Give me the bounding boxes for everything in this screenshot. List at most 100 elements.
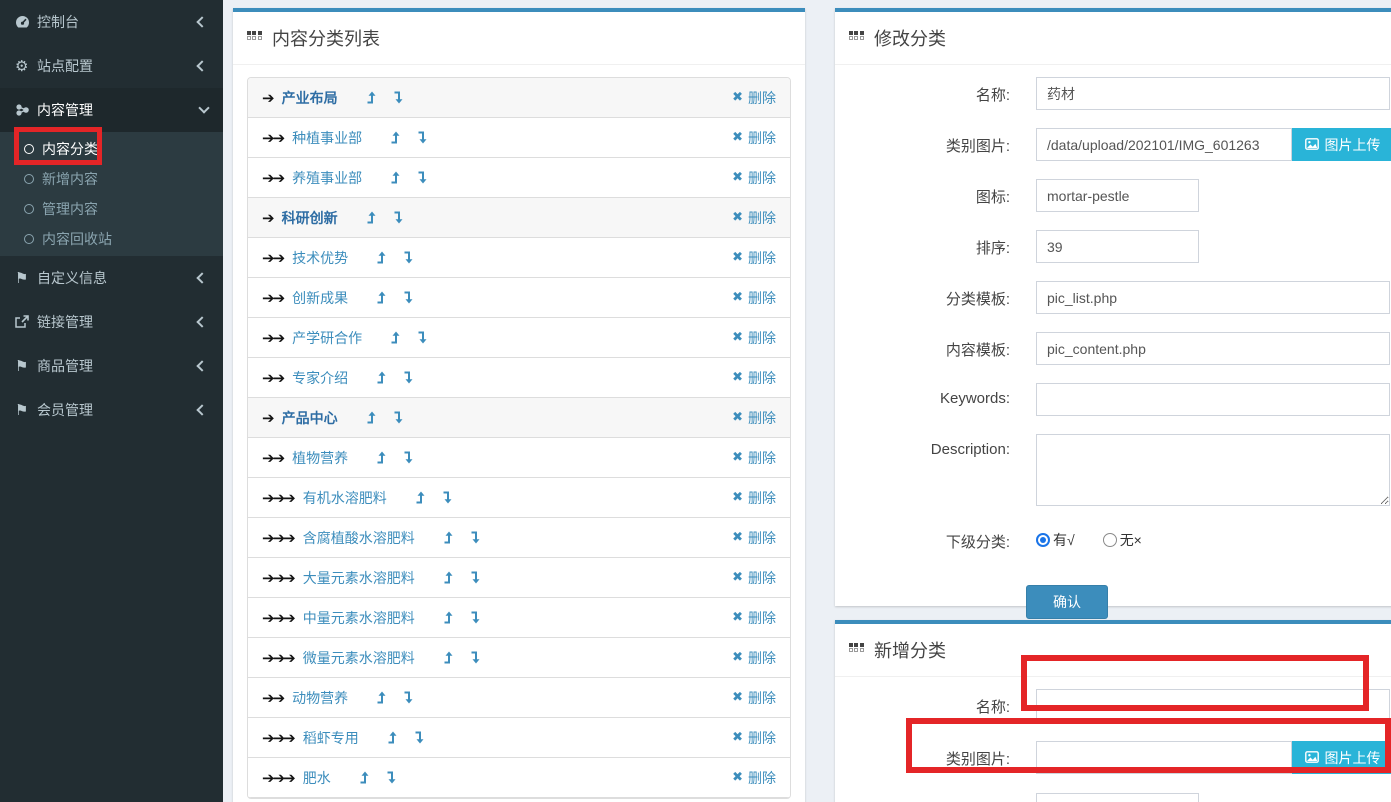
delete-link[interactable]: ✖删除 — [732, 328, 776, 348]
move-up-icon[interactable] — [415, 491, 427, 504]
sidebar-subitem[interactable]: 新增内容 — [0, 164, 223, 194]
category-name-link[interactable]: 肥水 — [303, 768, 331, 788]
delete-link[interactable]: ✖删除 — [732, 168, 776, 188]
category-name-link[interactable]: 中量元素水溶肥料 — [303, 608, 415, 628]
category-name-link[interactable]: 产学研合作 — [292, 328, 362, 348]
delete-link[interactable]: ✖删除 — [732, 648, 776, 668]
category-list: ➔产业布局✖删除➔➔种植事业部✖删除➔➔养殖事业部✖删除➔科研创新✖删除➔➔技术… — [247, 77, 791, 799]
delete-link[interactable]: ✖删除 — [732, 208, 776, 228]
category-name-link[interactable]: 含腐植酸水溶肥料 — [303, 528, 415, 548]
move-down-icon[interactable] — [470, 651, 482, 664]
edit-category-image-input[interactable] — [1036, 128, 1292, 161]
move-up-icon[interactable] — [376, 291, 388, 304]
move-up-icon[interactable] — [443, 531, 455, 544]
delete-link[interactable]: ✖删除 — [732, 368, 776, 388]
delete-link[interactable]: ✖删除 — [732, 608, 776, 628]
delete-link[interactable]: ✖删除 — [732, 448, 776, 468]
move-up-icon[interactable] — [443, 651, 455, 664]
category-name-link[interactable]: 有机水溶肥料 — [303, 488, 387, 508]
delete-link[interactable]: ✖删除 — [732, 88, 776, 108]
image-upload-button[interactable]: 图片上传 — [1292, 128, 1391, 161]
category-name-link[interactable]: 专家介绍 — [292, 368, 348, 388]
move-down-icon[interactable] — [403, 451, 415, 464]
edit-sort-input[interactable] — [1036, 230, 1199, 263]
sidebar-item-2[interactable]: ⚙站点配置 — [0, 44, 223, 88]
move-down-icon[interactable] — [470, 571, 482, 584]
confirm-button[interactable]: 确认 — [1026, 585, 1108, 619]
edit-name-input[interactable] — [1036, 77, 1390, 110]
delete-link[interactable]: ✖删除 — [732, 768, 776, 788]
delete-link[interactable]: ✖删除 — [732, 408, 776, 428]
move-down-icon[interactable] — [417, 331, 429, 344]
category-name-link[interactable]: 微量元素水溶肥料 — [303, 648, 415, 668]
add-category-image-input[interactable] — [1036, 741, 1292, 774]
sidebar-item-5[interactable]: 链接管理 — [0, 300, 223, 344]
move-down-icon[interactable] — [470, 531, 482, 544]
move-down-icon[interactable] — [403, 371, 415, 384]
delete-link[interactable]: ✖删除 — [732, 248, 776, 268]
category-name-link[interactable]: 稻虾专用 — [303, 728, 359, 748]
edit-keywords-input[interactable] — [1036, 383, 1390, 416]
category-name-link[interactable]: 植物营养 — [292, 448, 348, 468]
edit-description-textarea[interactable] — [1036, 434, 1390, 506]
move-down-icon[interactable] — [417, 171, 429, 184]
category-name-link[interactable]: 科研创新 — [282, 208, 338, 228]
add-name-input[interactable] — [1036, 689, 1390, 722]
move-up-icon[interactable] — [359, 771, 371, 784]
move-up-icon[interactable] — [390, 171, 402, 184]
move-down-icon[interactable] — [417, 131, 429, 144]
category-name-link[interactable]: 产品中心 — [282, 408, 338, 428]
sidebar-item-3[interactable]: 内容管理 — [0, 88, 223, 132]
sidebar-item-6[interactable]: ⚑商品管理 — [0, 344, 223, 388]
delete-link[interactable]: ✖删除 — [732, 128, 776, 148]
move-down-icon[interactable] — [403, 291, 415, 304]
radio-option[interactable]: 有√ — [1036, 530, 1075, 550]
move-up-icon[interactable] — [366, 91, 378, 104]
move-down-icon[interactable] — [414, 731, 426, 744]
delete-link[interactable]: ✖删除 — [732, 688, 776, 708]
sidebar-subitem[interactable]: 内容分类 — [0, 134, 223, 164]
sidebar-subitem[interactable]: 内容回收站 — [0, 224, 223, 254]
category-name-link[interactable]: 产业布局 — [282, 88, 338, 108]
category-name-link[interactable]: 创新成果 — [292, 288, 348, 308]
radio-option[interactable]: 无× — [1103, 530, 1142, 550]
edit-list-template-input[interactable] — [1036, 281, 1390, 314]
category-name-link[interactable]: 动物营养 — [292, 688, 348, 708]
delete-link[interactable]: ✖删除 — [732, 568, 776, 588]
delete-link[interactable]: ✖删除 — [732, 488, 776, 508]
add-icon-input[interactable] — [1036, 793, 1199, 802]
move-down-icon[interactable] — [393, 411, 405, 424]
move-down-icon[interactable] — [403, 251, 415, 264]
move-down-icon[interactable] — [403, 691, 415, 704]
move-up-icon[interactable] — [390, 131, 402, 144]
category-name-link[interactable]: 养殖事业部 — [292, 168, 362, 188]
move-down-icon[interactable] — [393, 91, 405, 104]
move-up-icon[interactable] — [376, 251, 388, 264]
delete-link[interactable]: ✖删除 — [732, 288, 776, 308]
sidebar-item-1[interactable]: 控制台 — [0, 0, 223, 44]
move-down-icon[interactable] — [442, 491, 454, 504]
category-name-link[interactable]: 种植事业部 — [292, 128, 362, 148]
image-upload-button[interactable]: 图片上传 — [1292, 741, 1391, 774]
sidebar-subitem[interactable]: 管理内容 — [0, 194, 223, 224]
category-name-link[interactable]: 技术优势 — [292, 248, 348, 268]
move-up-icon[interactable] — [443, 611, 455, 624]
sidebar-item-7[interactable]: ⚑会员管理 — [0, 388, 223, 432]
delete-link[interactable]: ✖删除 — [732, 528, 776, 548]
move-up-icon[interactable] — [376, 691, 388, 704]
move-up-icon[interactable] — [390, 331, 402, 344]
edit-icon-input[interactable] — [1036, 179, 1199, 212]
move-up-icon[interactable] — [376, 371, 388, 384]
category-name-link[interactable]: 大量元素水溶肥料 — [303, 568, 415, 588]
move-up-icon[interactable] — [366, 211, 378, 224]
move-up-icon[interactable] — [443, 571, 455, 584]
move-down-icon[interactable] — [470, 611, 482, 624]
move-up-icon[interactable] — [366, 411, 378, 424]
move-down-icon[interactable] — [393, 211, 405, 224]
sidebar-item-4[interactable]: ⚑自定义信息 — [0, 256, 223, 300]
edit-content-template-input[interactable] — [1036, 332, 1390, 365]
delete-link[interactable]: ✖删除 — [732, 728, 776, 748]
move-up-icon[interactable] — [376, 451, 388, 464]
move-up-icon[interactable] — [387, 731, 399, 744]
move-down-icon[interactable] — [386, 771, 398, 784]
